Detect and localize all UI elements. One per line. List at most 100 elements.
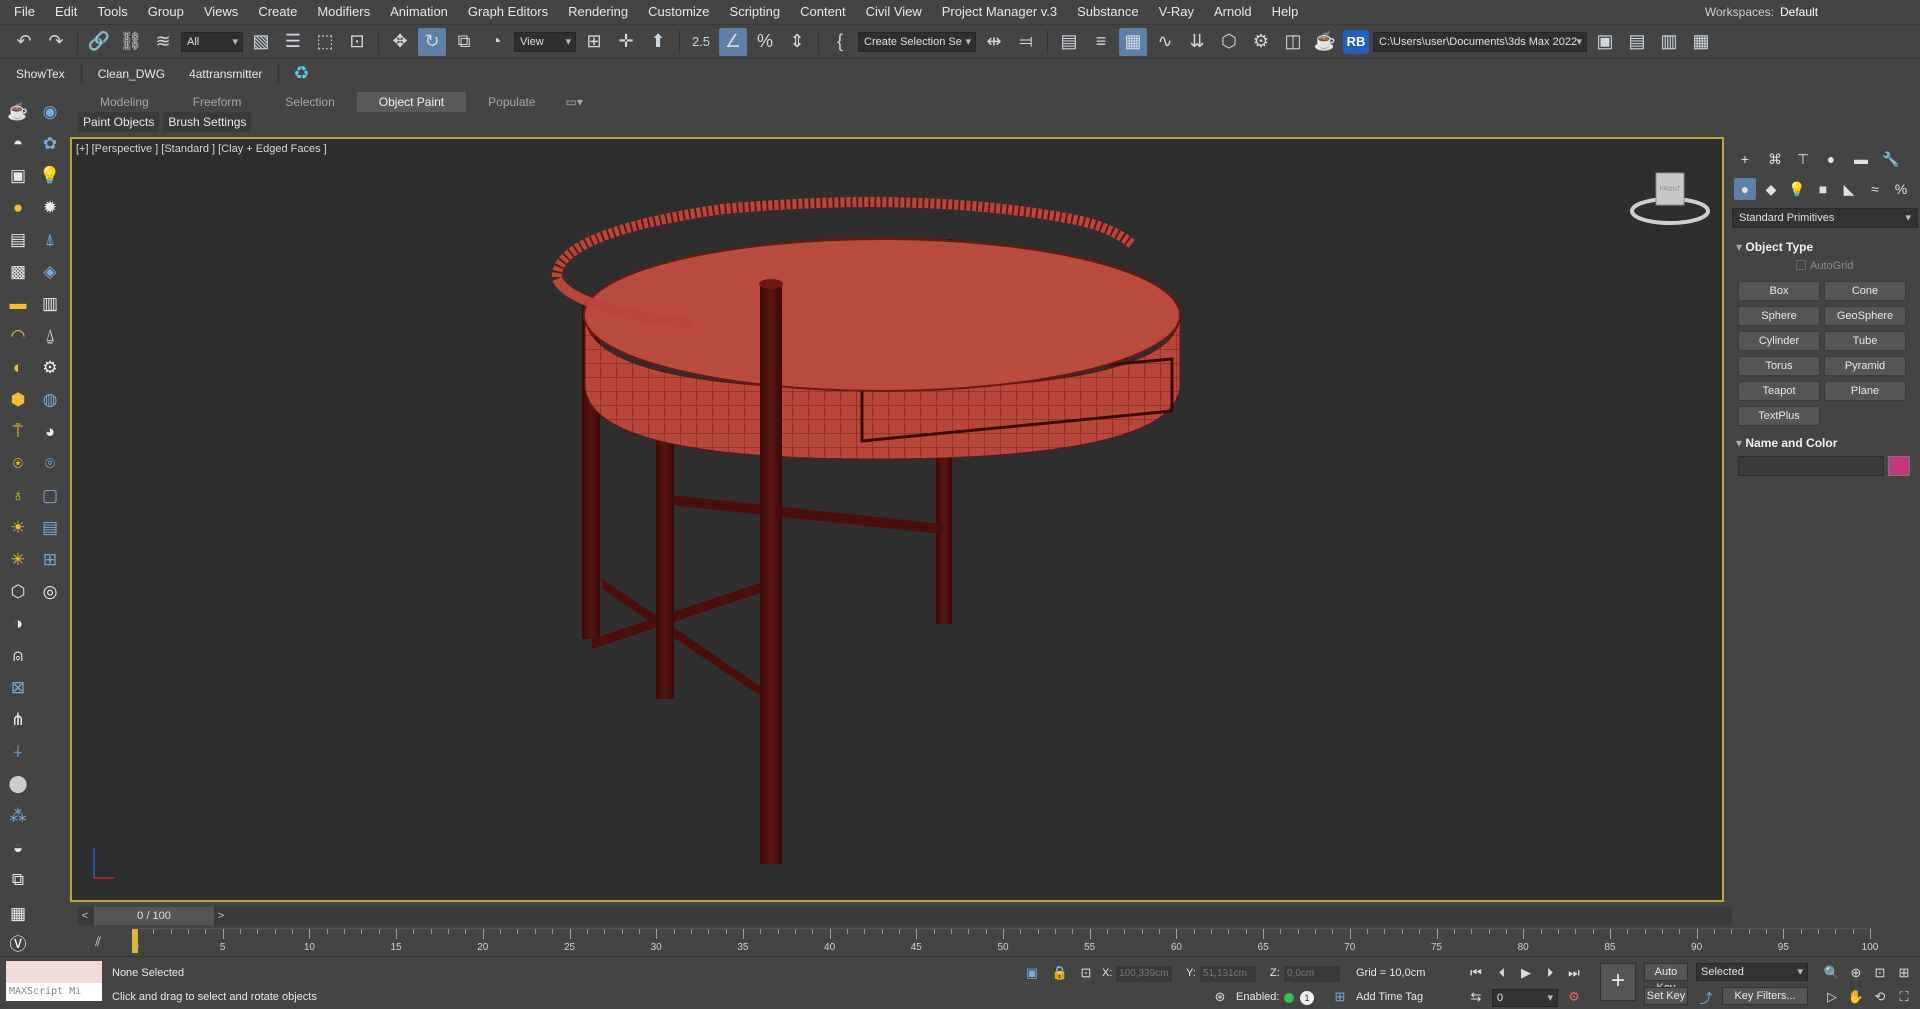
tube-button[interactable]: Tube (1824, 331, 1906, 351)
reference-coordinate-dropdown[interactable]: View (514, 31, 576, 52)
time-slider-next[interactable]: > (214, 907, 228, 925)
scatter-icon[interactable]: ⊠ (6, 676, 30, 700)
maxscript-output[interactable] (6, 961, 102, 983)
play-icon[interactable]: ▶ (1516, 963, 1536, 983)
project-icon-2[interactable]: ▤ (1623, 28, 1651, 56)
display-tab-icon[interactable]: ▬ (1850, 148, 1872, 170)
gear-icon[interactable]: ⚙ (38, 356, 62, 380)
menu-substance[interactable]: Substance (1067, 0, 1148, 24)
menu-animation[interactable]: Animation (380, 0, 458, 24)
geosphere-icon[interactable]: ⬢ (6, 388, 30, 412)
ies-light-icon[interactable]: ⌾ (38, 452, 62, 476)
menu-help[interactable]: Help (1262, 0, 1309, 24)
orbit-icon[interactable]: ⟲ (1870, 987, 1890, 1007)
menu-vray[interactable]: V-Ray (1149, 0, 1204, 24)
menu-modifiers[interactable]: Modifiers (307, 0, 380, 24)
zoom-extents-all-icon[interactable]: ⊞ (1894, 963, 1914, 983)
eye-icon[interactable]: ◎ (38, 580, 62, 604)
pyramid-button[interactable]: Pyramid (1824, 356, 1906, 376)
menu-content[interactable]: Content (790, 0, 856, 24)
vray-icon[interactable]: Ⓥ (6, 930, 30, 954)
next-frame-icon[interactable]: ⏵ (1540, 963, 1560, 983)
material-sphere-icon[interactable]: ⬤ (6, 772, 30, 796)
current-frame-field[interactable]: 0 (1492, 989, 1558, 1007)
paint-objects-button[interactable]: Paint Objects (78, 112, 160, 132)
shelf-4attransmitter-button[interactable]: 4attransmitter (181, 63, 270, 85)
shapes-icon[interactable]: ◆ (1760, 178, 1782, 200)
sun-icon[interactable]: ✹ (38, 196, 62, 220)
goto-start-icon[interactable]: ⏮ (1466, 963, 1486, 983)
box-icon[interactable]: ▣ (6, 164, 30, 188)
angle-snap-icon[interactable]: ∠ (719, 27, 747, 56)
time-slider-prev[interactable]: < (78, 907, 92, 925)
spot-light-icon[interactable]: ⍋ (38, 228, 62, 252)
fur-icon[interactable]: ⍭ (6, 740, 30, 764)
place-icon[interactable]: ◔ (482, 28, 510, 56)
frame-buffer-icon[interactable]: ▤ (38, 516, 62, 540)
rotate-icon[interactable]: ↻ (418, 27, 446, 56)
tab-populate[interactable]: Populate (466, 92, 557, 112)
cylinder-button[interactable]: Cylinder (1738, 331, 1820, 351)
menu-file[interactable]: File (0, 0, 45, 24)
menu-rendering[interactable]: Rendering (558, 0, 638, 24)
spacewarps-icon[interactable]: ≈ (1864, 178, 1886, 200)
maxscript-input[interactable]: MAXScript Mi (6, 983, 102, 1001)
converter-icon[interactable]: ⧉ (6, 868, 30, 892)
track-bar[interactable]: 0510152025303540455055606570758085909510… (132, 928, 1878, 954)
set-key-button[interactable]: Set Key (1644, 987, 1688, 1005)
sky-icon[interactable]: ✳ (6, 548, 30, 572)
flower-icon[interactable]: ✿ (38, 132, 62, 156)
object-type-rollout[interactable]: Object Type (1736, 240, 1813, 254)
mesh-light-icon[interactable]: ⍟ (6, 452, 30, 476)
environment-icon[interactable]: ◍ (38, 388, 62, 412)
cone-button[interactable]: Cone (1824, 281, 1906, 301)
project-folder-dropdown[interactable]: C:\Users\user\Documents\3ds Max 2022 (1373, 31, 1587, 52)
dome-light-icon[interactable]: ◠ (6, 324, 30, 348)
table-model[interactable] (72, 139, 1722, 900)
workspace-selector[interactable]: Workspaces: Default (1705, 5, 1920, 19)
cube-icon[interactable]: ⬡ (6, 580, 30, 604)
time-slider-track[interactable] (78, 907, 1732, 925)
plane-button[interactable]: Plane (1824, 381, 1906, 401)
object-name-field[interactable] (1738, 456, 1884, 476)
menu-create[interactable]: Create (248, 0, 307, 24)
zoom-extents-icon[interactable]: ⊡ (1870, 963, 1890, 983)
field-of-view-icon[interactable]: ▷ (1822, 987, 1842, 1007)
frame-icon[interactable]: ▢ (38, 484, 62, 508)
clothing-icon[interactable]: ⍝ (6, 644, 30, 668)
camera-icon[interactable]: ▩ (6, 260, 30, 284)
systems-icon[interactable]: % (1890, 178, 1912, 200)
rectangle-selection-icon[interactable]: ⬚ (311, 28, 339, 56)
cameras-icon[interactable]: ■ (1812, 178, 1834, 200)
align-icon[interactable]: ⫤ (1012, 28, 1040, 56)
zoom-icon[interactable]: 🔍 (1822, 963, 1842, 983)
book-icon[interactable]: ▥ (38, 292, 62, 316)
utilities-tab-icon[interactable]: 🔧 (1880, 148, 1902, 170)
select-manipulate-icon[interactable]: ✛ (612, 28, 640, 56)
dome-icon[interactable]: ◓ (6, 132, 30, 156)
render-setup-icon[interactable]: ⚙ (1247, 28, 1275, 56)
pivot-center-icon[interactable]: ⊞ (580, 28, 608, 56)
move-icon[interactable]: ✥ (386, 28, 414, 56)
proxy-icon[interactable]: ◈ (38, 260, 62, 284)
z-coordinate-field[interactable]: 0,0cm (1284, 966, 1340, 982)
snap-toggle-icon[interactable]: 2.5 (687, 28, 715, 56)
set-key-large-button[interactable]: + (1600, 963, 1636, 1001)
bind-space-warp-icon[interactable]: ≋ (149, 28, 177, 56)
uv-icon[interactable]: ▦ (6, 902, 30, 926)
viewcube-widget[interactable]: FRONT (1630, 169, 1710, 229)
name-color-rollout[interactable]: Name and Color (1736, 436, 1837, 450)
geometry-icon[interactable]: ● (1734, 178, 1756, 200)
maxscript-listener[interactable]: MAXScript Mi (6, 961, 102, 1003)
add-time-tag-button[interactable]: Add Time Tag (1356, 991, 1423, 1003)
perspective-viewport[interactable]: [+] [Perspective ] [Standard ] [Clay + E… (70, 137, 1724, 902)
viewport-label[interactable]: [+] [Perspective ] [Standard ] [Clay + E… (76, 143, 327, 155)
y-coordinate-field[interactable]: 51,131cm (1200, 966, 1256, 982)
time-slider-thumb[interactable]: 0 / 100 (94, 907, 214, 925)
ambient-light-icon[interactable]: ♁ (6, 484, 30, 508)
tab-object-paint[interactable]: Object Paint (356, 92, 467, 112)
render-icon[interactable]: ▤ (6, 228, 30, 252)
undo-icon[interactable]: ↶ (10, 28, 38, 56)
motion-tab-icon[interactable]: ● (1820, 148, 1842, 170)
autogrid-checkbox[interactable]: AutoGrid (1796, 260, 1853, 272)
